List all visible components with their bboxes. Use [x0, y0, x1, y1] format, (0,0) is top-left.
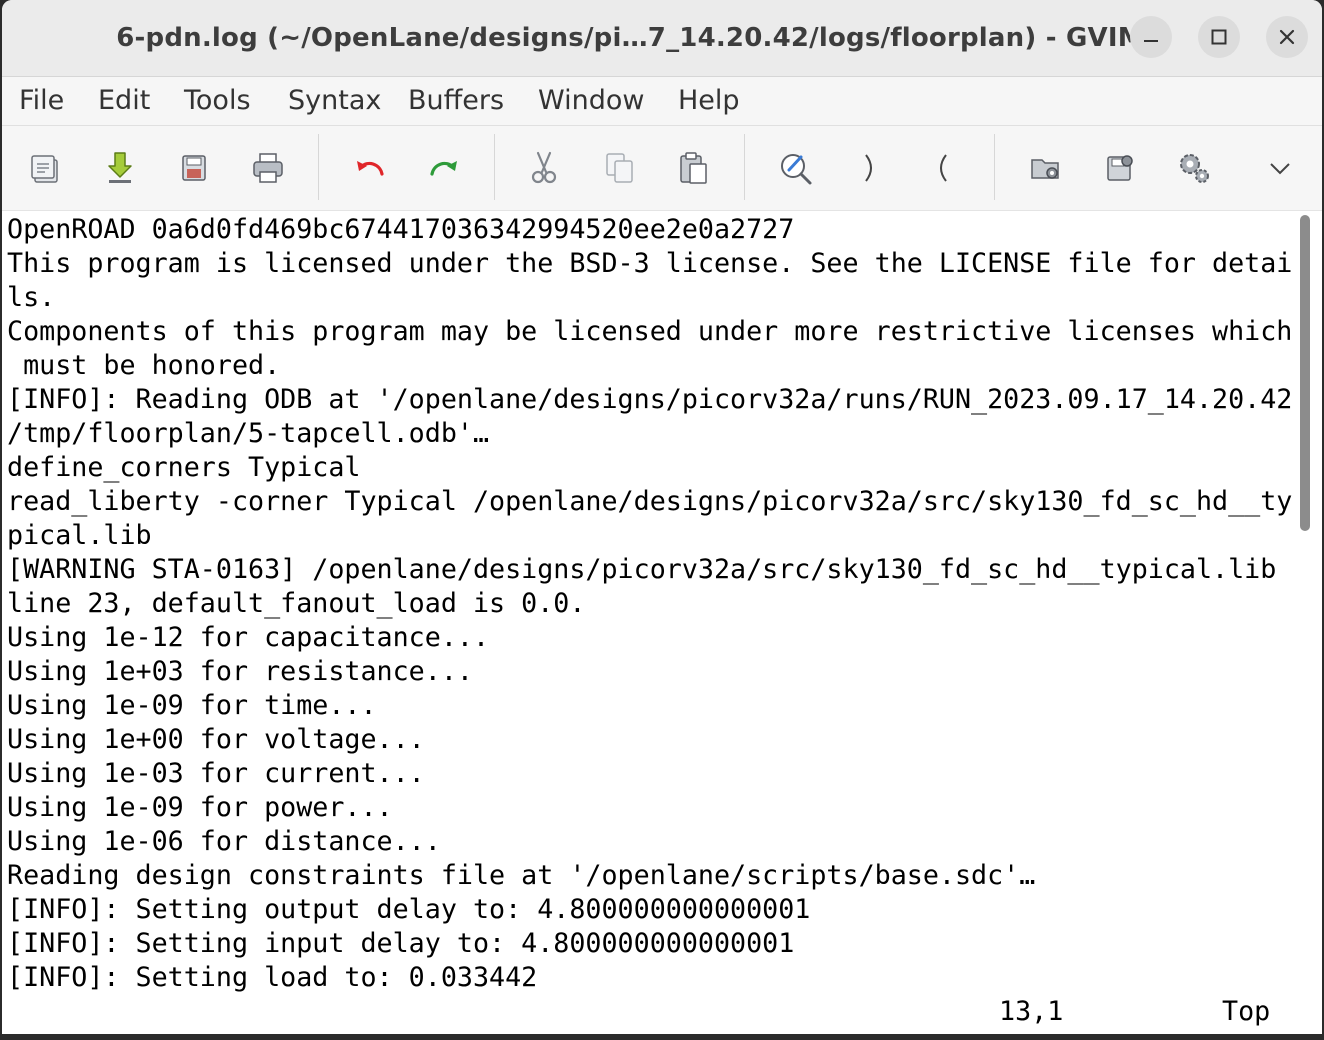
editor-line: [WARNING STA-0163] /openlane/designs/pic… [7, 554, 1277, 585]
window-title: 6-pdn.log (~/OpenLane/designs/pi…7_14.20… [116, 23, 1144, 53]
toolbar-separator [318, 134, 319, 200]
undo-button[interactable] [348, 146, 392, 190]
editor-line: Using 1e+00 for voltage... [7, 724, 425, 755]
find-next-button[interactable] [848, 146, 892, 190]
menu-file[interactable]: File [19, 77, 64, 125]
toolbar [2, 126, 1322, 211]
redo-button[interactable] [422, 146, 466, 190]
editor-line: Using 1e-12 for capacitance... [7, 622, 490, 653]
save-session-icon [1107, 155, 1133, 181]
scrollbar-thumb[interactable] [1300, 215, 1310, 531]
gvim-window: 6-pdn.log (~/OpenLane/designs/pi…7_14.20… [2, 0, 1322, 1034]
editor-line: Using 1e-03 for current... [7, 758, 425, 789]
run-script-icon [1180, 154, 1209, 183]
editor-line: Using 1e-09 for power... [7, 792, 393, 823]
close-icon [1279, 29, 1295, 45]
close-button[interactable] [1266, 16, 1308, 58]
save-button[interactable] [98, 146, 142, 190]
editor-line: must be honored. [7, 350, 281, 381]
editor-line: Using 1e-06 for distance... [7, 826, 441, 857]
find-replace-icon [781, 154, 812, 185]
menu-tools[interactable]: Tools [184, 77, 251, 125]
toolbar-separator [494, 134, 495, 200]
cursor-position: 13,1 [999, 996, 1064, 1027]
menu-bar: File Edit Tools Syntax Buffers Window He… [2, 77, 1322, 126]
menu-edit[interactable]: Edit [98, 77, 150, 125]
paste-button[interactable] [672, 146, 716, 190]
find-next-icon [865, 154, 872, 182]
save-session-button[interactable] [1098, 146, 1142, 190]
print-button[interactable] [246, 146, 290, 190]
copy-button[interactable] [598, 146, 642, 190]
menu-buffers[interactable]: Buffers [408, 77, 504, 125]
scroll-position: Top [1222, 996, 1271, 1027]
open-file-icon [31, 155, 58, 183]
editor-line: [INFO]: Setting load to: 0.033442 [7, 962, 538, 993]
undo-icon [357, 161, 384, 176]
editor-line: OpenROAD 0a6d0fd469bc674417036342994520e… [7, 214, 795, 245]
find-prev-button[interactable] [920, 146, 964, 190]
run-script-button[interactable] [1172, 146, 1216, 190]
toolbar-overflow-button[interactable] [1258, 146, 1302, 190]
redo-icon [430, 161, 457, 176]
editor-line: define_corners Typical [7, 452, 361, 483]
save-down-icon [108, 152, 132, 183]
open-file-button[interactable] [24, 146, 68, 190]
copy-icon [606, 153, 633, 183]
toolbar-separator [994, 134, 995, 200]
editor-line: /tmp/floorplan/5-tapcell.odb'… [7, 418, 490, 449]
minimize-button[interactable] [1130, 16, 1172, 58]
cut-button[interactable] [522, 146, 566, 190]
load-session-button[interactable] [1024, 146, 1068, 190]
save-all-button[interactable] [172, 146, 216, 190]
text-editor[interactable]: OpenROAD 0a6d0fd469bc674417036342994520e… [2, 211, 1298, 1001]
editor-line: [INFO]: Setting output delay to: 4.80000… [7, 894, 811, 925]
menu-window[interactable]: Window [538, 77, 644, 125]
editor-line: Reading design constraints file at '/ope… [7, 860, 1036, 891]
menu-help[interactable]: Help [678, 77, 740, 125]
title-bar[interactable]: 6-pdn.log (~/OpenLane/designs/pi…7_14.20… [2, 0, 1322, 77]
vertical-scrollbar[interactable] [1298, 211, 1322, 1001]
maximize-button[interactable] [1198, 16, 1240, 58]
editor-line: ls. [7, 282, 56, 313]
editor-line: line 23, default_fanout_load is 0.0. [7, 588, 586, 619]
status-line: 13,1 Top [2, 994, 1322, 1034]
print-icon [253, 153, 283, 183]
editor-line: This program is licensed under the BSD-3… [7, 248, 1293, 279]
find-prev-icon [940, 154, 947, 182]
editor-line: read_liberty -corner Typical /openlane/d… [7, 486, 1293, 517]
save-all-icon [182, 155, 206, 181]
editor-line: [INFO]: Reading ODB at '/openlane/design… [7, 384, 1293, 415]
editor-line: Using 1e-09 for time... [7, 690, 377, 721]
maximize-icon [1211, 29, 1227, 45]
editor-line: Components of this program may be licens… [7, 316, 1293, 347]
paste-icon [680, 152, 707, 184]
menu-syntax[interactable]: Syntax [288, 77, 381, 125]
chevron-down-icon [1270, 163, 1290, 175]
toolbar-separator [744, 134, 745, 200]
editor-line: Using 1e+03 for resistance... [7, 656, 473, 687]
editor-line: pical.lib [7, 520, 152, 551]
cut-icon [531, 151, 557, 184]
minimize-icon [1144, 40, 1158, 42]
find-replace-button[interactable] [774, 146, 818, 190]
load-session-icon [1031, 159, 1059, 179]
editor-line: [INFO]: Setting input delay to: 4.800000… [7, 928, 795, 959]
